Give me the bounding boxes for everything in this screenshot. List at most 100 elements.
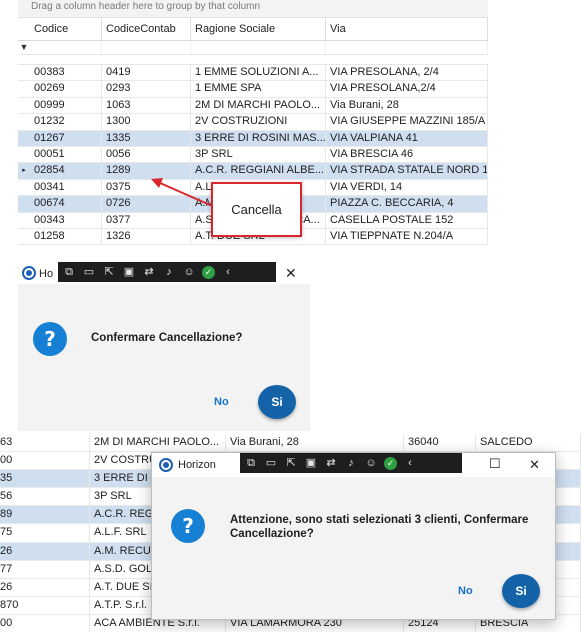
column-header-codicecontab[interactable]: CodiceContab [102,18,191,40]
screen-share-icon[interactable]: ⧉ [244,456,258,470]
maximize-icon[interactable]: ☐ [489,456,501,472]
si-button[interactable]: Si [258,385,296,419]
accessibility-icon[interactable]: ☺ [182,265,196,279]
cell-via: VIA VERDI, 14 [326,179,488,196]
cell-via: VIA VALPIANA 41 [326,130,488,146]
window-icon[interactable]: ▣ [304,456,318,470]
filter-cell-ragione-sociale[interactable] [191,41,326,54]
cell-codicecontab: 0377 [102,212,191,228]
cell-codice: 00269 [30,81,102,97]
row-indicator: ▸ [22,167,26,175]
pointer-icon[interactable]: ⇱ [102,265,116,279]
no-button[interactable]: No [214,396,229,408]
question-icon: ? [33,322,67,356]
si-button[interactable]: Si [502,574,540,608]
row-indicator [18,98,30,113]
grid-spacer [18,55,488,65]
cell-codicecontab: 0375 [102,179,191,196]
dialog-title: Horizon [178,459,216,471]
dialog-titlebar: Ho ⧉ ▭ ⇱ ▣ ⇄ ♪ ☺ ✓ ‹ ✕ [18,262,310,284]
cell-codicecontab: 26 [0,578,90,596]
cell-via: VIA PRESOLANA, 2/4 [326,65,488,81]
close-icon[interactable]: ✕ [529,457,540,473]
row-indicator [18,131,30,146]
chevron-left-icon[interactable]: ‹ [221,265,235,279]
cell-ragione-sociale: A.C.R. REGGIANI ALBE... [191,163,326,179]
cell-via: VIA BRESCIA 46 [326,146,488,163]
table-row[interactable]: 01232 1300 2V COSTRUZIONI VIA GIUSEPPE MAZZ… [18,114,488,131]
dialog-title: Ho [39,268,54,280]
no-button[interactable]: No [458,585,473,597]
filter-row: ▼ [18,41,488,55]
cell-codice: 02854 [30,163,102,179]
cell-ragione-sociale: 2M DI MARCHI PAOLO... [191,97,326,114]
cell-codicecontab: 0726 [102,196,191,212]
check-icon[interactable]: ✓ [384,456,397,470]
column-header-codice[interactable]: Codice [30,18,102,40]
cell-ragione-sociale: 2V COSTRUZIONI [191,114,326,130]
check-icon[interactable]: ✓ [202,265,215,279]
cell-codice: 00343 [30,212,102,228]
column-header-via[interactable]: Via [326,18,488,40]
cell-codicecontab: 89 [0,506,90,524]
window-icon[interactable]: ▣ [122,265,136,279]
horizon-app-icon [22,266,36,280]
cell-ragione-sociale: 1 EMME SPA [191,81,326,97]
cell-codicecontab: 1289 [102,163,191,179]
audio-icon[interactable]: ♪ [344,456,358,470]
cell-ragione-sociale: 3P SRL [191,146,326,163]
group-by-hint: Drag a column header here to group by th… [18,0,488,18]
cell-codicecontab: 56 [0,488,90,506]
cell-via: VIA TIEPPNATE N.204/A [326,228,488,245]
table-row[interactable]: 63 2M DI MARCHI PAOLO... Via Burani, 28 360… [0,434,581,453]
cell-codicecontab: 0056 [102,146,191,163]
pointer-icon[interactable]: ⇱ [284,456,298,470]
cell-via: Via Burani, 28 [326,97,488,114]
row-indicator [18,147,30,162]
table-row[interactable]: ▸ 02854 1289 A.C.R. REGGIANI ALBE... VIA STR… [18,163,488,180]
cell-via: VIA PRESOLANA,2/4 [326,81,488,97]
table-row[interactable]: 00051 0056 3P SRL VIA BRESCIA 46 [18,146,488,164]
confirm-dialog: Ho ⧉ ▭ ⇱ ▣ ⇄ ♪ ☺ ✓ ‹ ✕ ? Confermare Canc… [18,262,310,431]
filter-cell-codice[interactable] [30,41,102,54]
row-indicator [18,213,30,228]
audio-icon[interactable]: ♪ [162,265,176,279]
cell-cap: 36040 [404,434,476,452]
video-icon[interactable]: ▭ [82,265,96,279]
cell-codice: 01258 [30,228,102,245]
cell-codicecontab: 0419 [102,65,191,81]
context-menu-item-cancella[interactable]: Cancella [231,202,282,217]
remote-session-toolbar: ⧉ ▭ ⇱ ▣ ⇄ ♪ ☺ ✓ ‹ [240,453,462,473]
video-icon[interactable]: ▭ [264,456,278,470]
cell-codicecontab: 26 [0,542,90,560]
accessibility-icon[interactable]: ☺ [364,456,378,470]
cell-codice: 00674 [30,196,102,212]
cell-via: Via Burani, 28 [226,434,404,452]
filter-cell-codicecontab[interactable] [102,41,191,54]
remote-control-icon[interactable]: ⇄ [142,265,156,279]
table-row[interactable]: 00269 0293 1 EMME SPA VIA PRESOLANA,2/4 [18,81,488,98]
row-indicator [18,114,30,129]
grid-header: Codice CodiceContab Ragione Sociale Via [18,18,488,41]
filter-icon[interactable]: ▼ [18,41,30,54]
context-menu: Cancella [211,182,302,237]
remote-control-icon[interactable]: ⇄ [324,456,338,470]
cell-codicecontab: 870 [0,596,90,614]
column-header-ragione-sociale[interactable]: Ragione Sociale [191,18,326,40]
cell-codicecontab: 63 [0,434,90,452]
table-row[interactable]: 01267 1335 3 ERRE DI ROSINI MAS... VIA VALP… [18,130,488,147]
chevron-left-icon[interactable]: ‹ [403,456,417,470]
filter-cell-via[interactable] [326,41,488,54]
row-indicator [18,81,30,96]
dialog-message: Confermare Cancellazione? [91,332,243,344]
cell-ragione-sociale: 2M DI MARCHI PAOLO... [90,434,226,452]
remote-session-toolbar: ⧉ ▭ ⇱ ▣ ⇄ ♪ ☺ ✓ ‹ [58,262,276,282]
cell-via: CASELLA POSTALE 152 [326,212,488,228]
multi-delete-confirm-dialog: Horizon ⧉ ▭ ⇱ ▣ ⇄ ♪ ☺ ✓ ‹ ☐ ✕ ? Attenzio… [151,452,556,620]
dialog-message: Attenzione, sono stati selezionati 3 cli… [230,514,529,540]
close-icon[interactable]: ✕ [285,265,297,282]
cell-codice: 01267 [30,130,102,146]
screen-share-icon[interactable]: ⧉ [62,265,76,279]
table-row[interactable]: 00999 1063 2M DI MARCHI PAOLO... Via Burani… [18,97,488,115]
table-row[interactable]: 00383 0419 1 EMME SOLUZIONI A... VIA PRESOL… [18,65,488,82]
